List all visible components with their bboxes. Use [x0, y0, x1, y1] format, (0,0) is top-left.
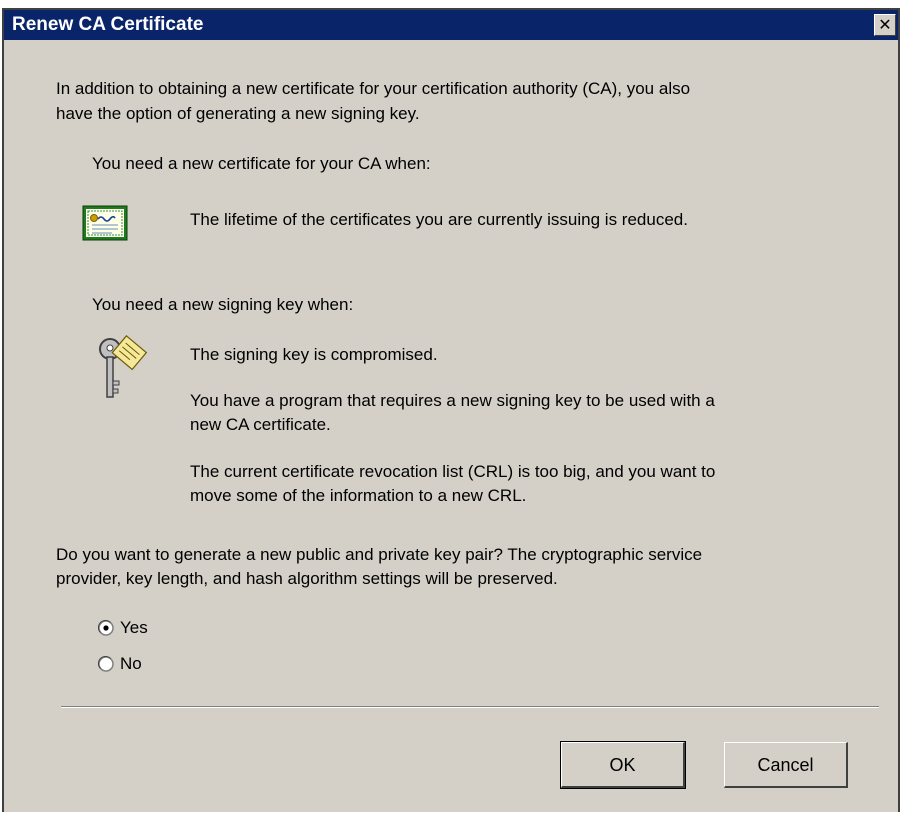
separator — [61, 706, 879, 708]
renew-ca-certificate-dialog: Renew CA Certificate ✕ In addition to ob… — [2, 8, 900, 812]
key-icon — [96, 335, 160, 412]
no-radio-label[interactable]: No — [120, 654, 142, 674]
intro-line-1: In addition to obtaining a new certifica… — [56, 79, 691, 98]
certificate-icon — [82, 205, 128, 246]
close-icon: ✕ — [878, 15, 892, 34]
question-line-1: Do you want to generate a new public and… — [56, 545, 703, 564]
no-radio[interactable] — [97, 655, 114, 672]
window-title: Renew CA Certificate — [12, 14, 204, 35]
title-bar: Renew CA Certificate ✕ — [4, 10, 898, 40]
key-reason-2-line-2: new CA certificate. — [190, 415, 331, 434]
key-reason-2-line-1: You have a program that requires a new s… — [190, 391, 715, 410]
key-reason-3-line-2: move some of the information to a new CR… — [190, 486, 527, 505]
ok-button[interactable]: OK — [560, 741, 686, 789]
signing-key-section-heading: You need a new signing key when: — [92, 295, 354, 314]
certificate-section-heading: You need a new certificate for your CA w… — [92, 154, 431, 173]
yes-radio-label[interactable]: Yes — [120, 618, 148, 638]
yes-radio[interactable] — [97, 619, 114, 636]
intro-line-2: have the option of generating a new sign… — [56, 104, 420, 123]
cancel-button[interactable]: Cancel — [724, 742, 848, 788]
close-button[interactable]: ✕ — [874, 14, 896, 36]
key-reason-3-line-1: The current certificate revocation list … — [190, 462, 716, 481]
key-reason-1: The signing key is compromised. — [190, 345, 438, 364]
certificate-reason: The lifetime of the certificates you are… — [190, 210, 688, 229]
question-line-2: provider, key length, and hash algorithm… — [56, 569, 558, 588]
